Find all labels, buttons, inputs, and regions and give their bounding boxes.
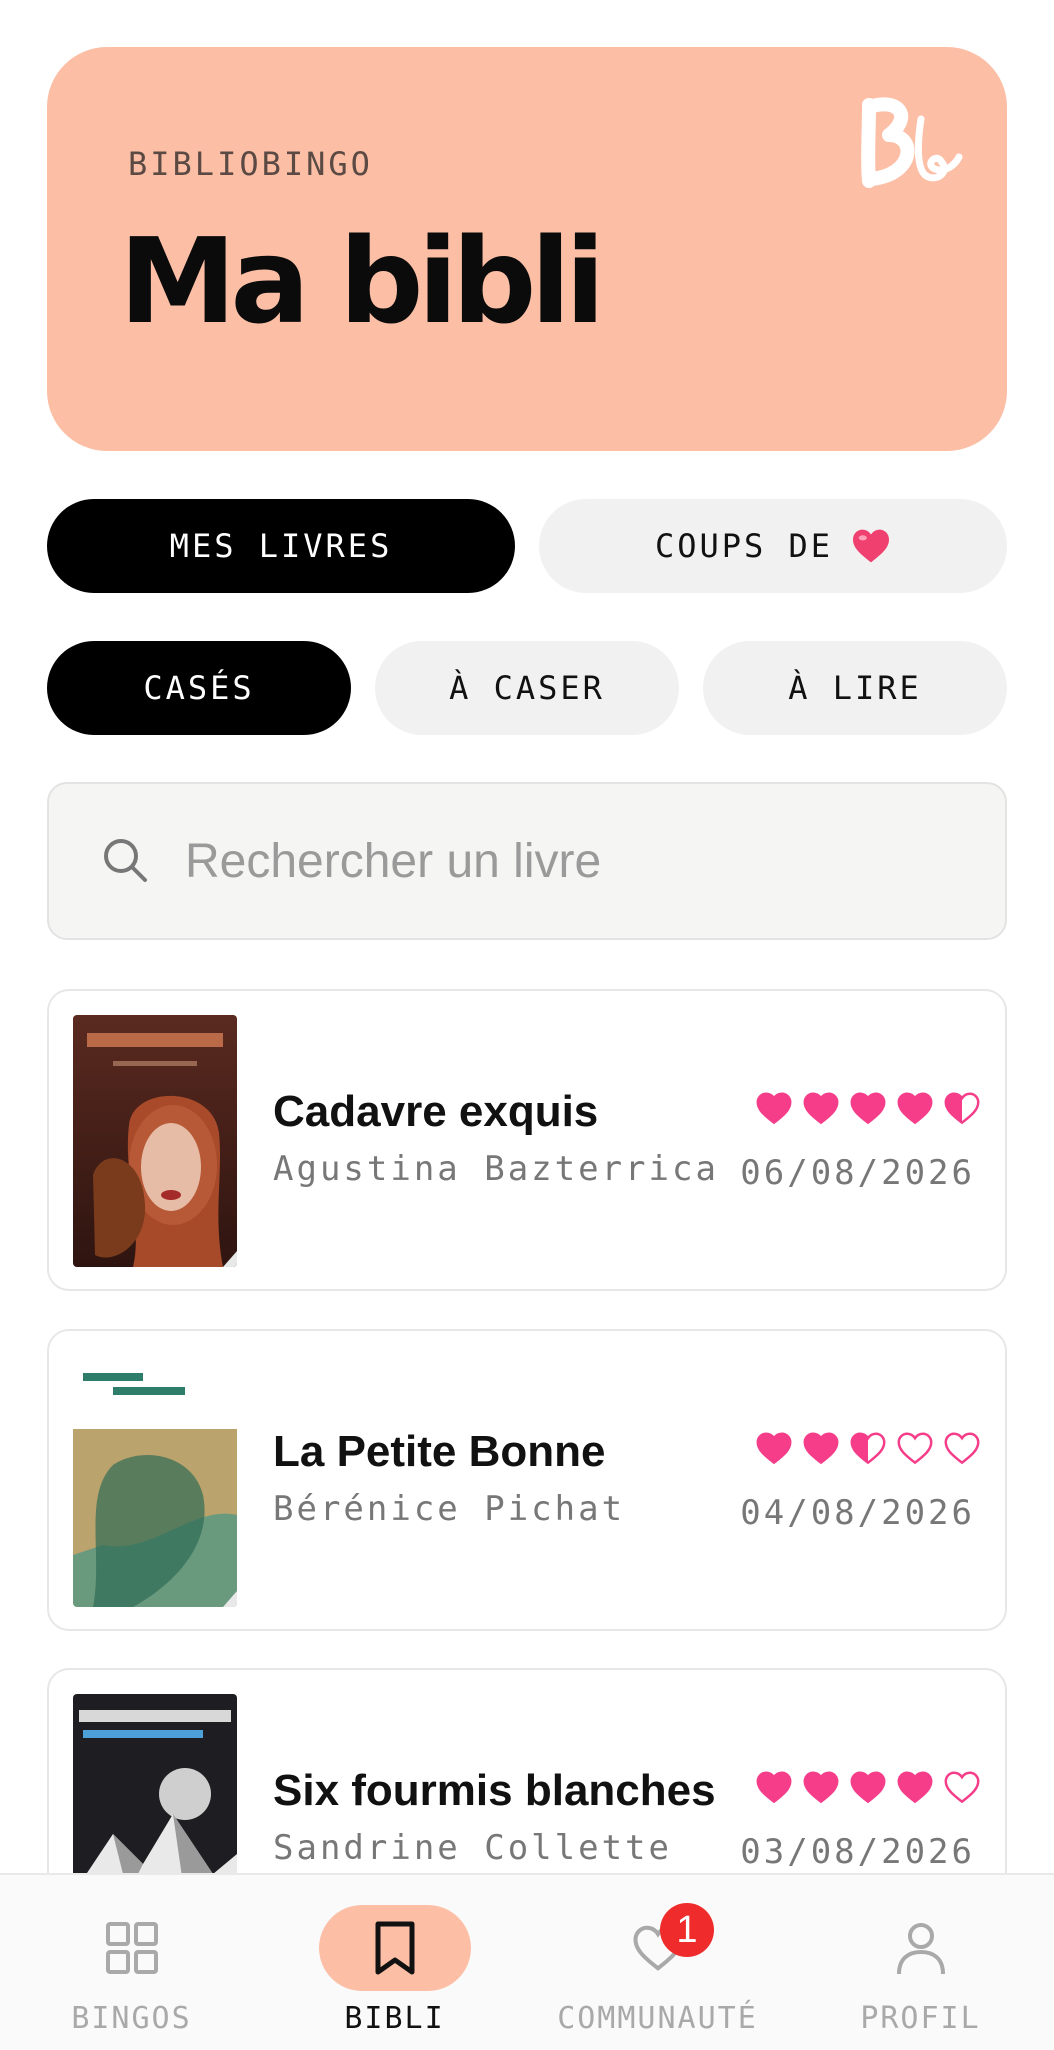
tab-cases-label: CASÉS	[143, 669, 255, 707]
heart-half-icon	[944, 1092, 980, 1125]
heart-full-icon	[897, 1092, 933, 1125]
book-date: 04/08/2026	[740, 1493, 975, 1533]
nav-bibli[interactable]: BIBLI	[263, 1875, 526, 2050]
nav-communaute[interactable]: COMMUNAUTÉ	[526, 1875, 789, 2050]
book-date: 06/08/2026	[740, 1153, 975, 1193]
book-date: 03/08/2026	[740, 1832, 975, 1872]
nav-bingos[interactable]: BINGOS	[0, 1875, 263, 2050]
tab-a-caser[interactable]: À CASER	[375, 641, 679, 735]
nav-communaute-label: COMMUNAUTÉ	[557, 2001, 758, 2036]
tab-mes-livres[interactable]: MES LIVRES	[47, 499, 515, 593]
grid-icon	[105, 1922, 158, 1974]
book-card[interactable]: Cadavre exquis Agustina Bazterrica 06/08…	[47, 989, 1007, 1291]
book-author: Bérénice Pichat	[273, 1489, 626, 1529]
book-rating	[755, 1091, 981, 1125]
nav-bingos-label: BINGOS	[71, 2001, 192, 2036]
book-rating	[755, 1770, 981, 1804]
page-title: Ma bibli	[119, 212, 605, 350]
heart-empty-icon	[944, 1432, 980, 1465]
tab-a-lire-label: À LIRE	[788, 669, 922, 707]
book-author: Agustina Bazterrica	[273, 1149, 719, 1189]
tab-a-lire[interactable]: À LIRE	[703, 641, 1007, 735]
heart-full-icon	[756, 1771, 792, 1804]
search-input[interactable]	[185, 824, 965, 898]
heart-half-icon	[850, 1432, 886, 1465]
tab-mes-livres-label: MES LIVRES	[169, 527, 393, 565]
heart-full-icon	[803, 1771, 839, 1804]
book-rating	[755, 1431, 981, 1465]
notification-badge: 1	[660, 1903, 714, 1957]
nav-icon-container	[56, 1905, 208, 1991]
app-name: BIBLIOBINGO	[128, 145, 373, 183]
heart-emoji-icon	[851, 528, 891, 564]
nav-icon-container	[318, 1905, 471, 1991]
heart-full-icon	[803, 1432, 839, 1465]
bookmark-icon	[375, 1921, 414, 1975]
heart-full-icon	[756, 1092, 792, 1125]
heart-empty-icon	[897, 1432, 933, 1465]
book-card[interactable]: La Petite Bonne Bérénice Pichat 04/08/20…	[47, 1329, 1007, 1631]
heart-full-icon	[850, 1092, 886, 1125]
nav-profil[interactable]: PROFIL	[789, 1875, 1052, 2050]
book-title: Six fourmis blanches	[273, 1766, 716, 1815]
bottom-nav: BINGOS BIBLI COMMUNAUTÉ 1 PROFIL	[0, 1873, 1054, 2050]
tab-coups-de-coeur[interactable]: COUPS DE	[539, 499, 1007, 593]
heart-full-icon	[756, 1432, 792, 1465]
nav-profil-label: PROFIL	[860, 2001, 981, 2036]
book-cover	[73, 1015, 237, 1267]
heart-empty-icon	[944, 1771, 980, 1804]
nav-icon-container	[845, 1905, 997, 1991]
tab-a-caser-label: À CASER	[449, 669, 605, 707]
app-logo-icon	[861, 97, 963, 188]
heart-full-icon	[850, 1771, 886, 1804]
heart-full-icon	[897, 1771, 933, 1804]
book-cover	[73, 1355, 237, 1607]
search-icon	[104, 839, 147, 882]
tab-cases[interactable]: CASÉS	[47, 641, 351, 735]
tab-coups-de-label: COUPS DE	[654, 527, 834, 565]
nav-bibli-label: BIBLI	[344, 2001, 445, 2036]
book-author: Sandrine Collette	[273, 1828, 672, 1868]
heart-full-icon	[803, 1092, 839, 1125]
user-icon	[896, 1923, 945, 1975]
search-box[interactable]	[47, 782, 1007, 940]
header-card: BIBLIOBINGO Ma bibli	[47, 47, 1007, 451]
book-title: Cadavre exquis	[273, 1087, 599, 1136]
book-title: La Petite Bonne	[273, 1427, 606, 1476]
